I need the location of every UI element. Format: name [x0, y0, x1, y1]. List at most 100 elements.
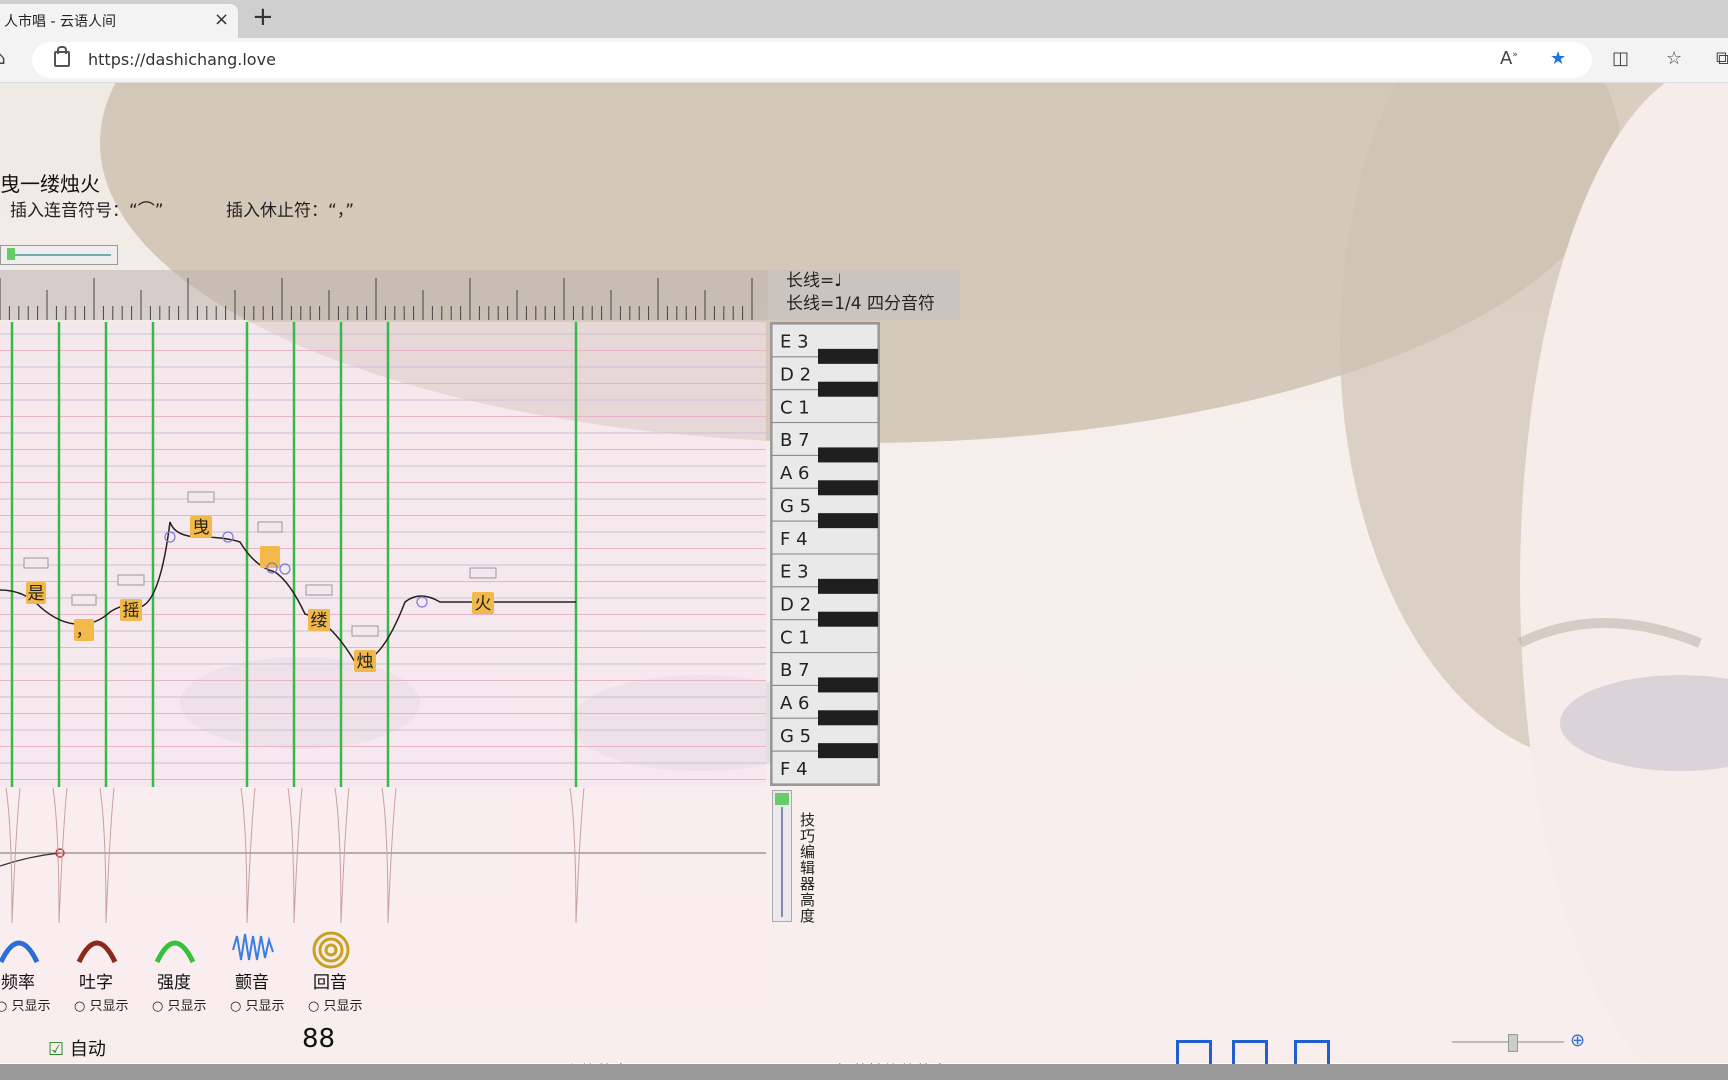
globe-icon[interactable]: ⊕	[1570, 1030, 1585, 1051]
show-only-radio[interactable]: ○ 只显示	[74, 995, 128, 1014]
close-icon[interactable]: ×	[214, 9, 229, 30]
note-add-button[interactable]	[71, 594, 97, 606]
key-label: A 6	[780, 463, 810, 484]
lyric-note-text: 火	[475, 594, 492, 614]
key-label: F 4	[780, 759, 808, 780]
tab-title: 人市唱 - 云语人间	[4, 14, 116, 30]
lyric-note-text: 摇	[123, 601, 140, 621]
piano-key-black[interactable]	[818, 677, 878, 693]
piano-key-black[interactable]	[818, 611, 878, 627]
hint-rest-symbol: 插入休止符：“，”	[226, 201, 355, 221]
url-field[interactable]: https://dashichang.love	[32, 42, 1592, 78]
lock-icon[interactable]	[54, 46, 70, 67]
piano-key-black[interactable]	[818, 513, 878, 529]
piano-key-black[interactable]	[818, 480, 878, 496]
piano-roll-canvas: 是 ， 摇 曳缕烛 火	[0, 322, 766, 787]
bpm-value: 88	[302, 1024, 336, 1054]
curve-control-point[interactable]	[222, 531, 234, 543]
tool-icon-0[interactable]	[0, 930, 54, 968]
key-label: E 3	[780, 562, 809, 583]
note-add-button[interactable]	[351, 625, 379, 637]
note-add-button[interactable]	[257, 521, 283, 533]
vibrato-icon	[232, 933, 274, 961]
key-label: F 4	[780, 529, 808, 550]
auto-checkbox[interactable]: ☑ 自动	[48, 1035, 106, 1061]
length-info: 长线=♩ 长线=1/4 四分音符	[768, 270, 960, 320]
url-text[interactable]: https://dashichang.love	[88, 50, 276, 69]
parameter-panel[interactable]	[0, 787, 766, 1013]
zoom-slider-track	[15, 254, 111, 256]
layout-button-1[interactable]	[1176, 1040, 1212, 1067]
show-only-radio[interactable]: ○ 只显示	[230, 995, 284, 1014]
lyric-note-text: 是	[28, 584, 45, 604]
home-icon[interactable]: ⌂	[0, 48, 5, 69]
layout-button-3[interactable]	[1294, 1040, 1330, 1067]
parameter-curve	[0, 787, 766, 924]
show-only-radio[interactable]: ○ 只显示	[0, 995, 50, 1014]
volume-slider-thumb[interactable]	[1508, 1034, 1518, 1052]
length-info-line2: 长线=1/4 四分音符	[786, 294, 936, 314]
split-screen-icon[interactable]: ◫	[1612, 48, 1629, 69]
lyric-note-text: 缕	[311, 611, 328, 631]
keyboard-keys: E 3 D 2 C 1 B 7 A 6 G 5 F 4 E 3 D 2 C 1 B 7 A 6 G 5 F…	[771, 323, 879, 785]
parameter-spike	[287, 787, 303, 924]
parameter-spike	[99, 787, 115, 924]
parameter-spike	[52, 787, 68, 924]
key-label: C 1	[780, 627, 810, 648]
auto-label: 自动	[69, 1039, 106, 1060]
note-add-button[interactable]	[117, 574, 145, 586]
layout-button-2[interactable]	[1232, 1040, 1268, 1067]
star-icon[interactable]: ★	[1550, 48, 1566, 69]
checkbox-icon[interactable]: ☑	[48, 1039, 64, 1060]
note-add-button[interactable]	[187, 491, 215, 503]
piano-roll[interactable]: 是 ， 摇 曳缕烛 火	[0, 322, 766, 787]
piano-key-black[interactable]	[818, 710, 878, 726]
note-block[interactable]	[260, 546, 280, 568]
volume-slider[interactable]	[1452, 1034, 1564, 1052]
parameter-spike	[334, 787, 350, 924]
parameter-spike	[5, 787, 21, 924]
piano-key-black[interactable]	[818, 578, 878, 594]
hint-link-symbol: 插入连音符号：“⌒”	[10, 201, 164, 221]
tool-icon-2[interactable]	[140, 930, 210, 968]
read-aloud-icon[interactable]: A»	[1500, 48, 1518, 69]
arc-icon	[0, 940, 40, 964]
tool-label: 频率	[1, 973, 35, 993]
key-label: C 1	[780, 397, 810, 418]
time-ruler[interactable]	[0, 270, 768, 320]
note-add-button[interactable]	[23, 557, 49, 569]
note-add-button[interactable]	[305, 584, 333, 596]
song-title: 曳一缕烛火	[0, 172, 100, 196]
piano-key-black[interactable]	[818, 743, 878, 759]
collections-icon[interactable]: ⧉	[1716, 48, 1728, 69]
browser-tab[interactable]: 人市唱 - 云语人间 ×	[0, 4, 238, 38]
show-only-radio[interactable]: ○ 只显示	[152, 995, 206, 1014]
key-label: E 3	[780, 332, 809, 353]
curve-control-point[interactable]	[164, 531, 176, 543]
tool-label: 颤音	[235, 973, 269, 993]
key-label: A 6	[780, 693, 810, 714]
key-label: D 2	[780, 365, 811, 386]
zoom-slider[interactable]	[0, 245, 118, 265]
parameter-spike	[569, 787, 585, 924]
tab-bar: 人市唱 - 云语人间 × +	[0, 0, 1728, 38]
piano-key-black[interactable]	[818, 348, 878, 364]
tool-label: 回音	[313, 973, 347, 993]
new-tab-icon[interactable]: +	[252, 2, 274, 32]
piano-keyboard[interactable]: E 3 D 2 C 1 B 7 A 6 G 5 F 4 E 3 D 2 C 1 B 7 A 6 G 5 F…	[770, 322, 880, 786]
editor-height-thumb[interactable]	[775, 793, 789, 805]
tool-icon-1[interactable]	[62, 930, 132, 968]
parameter-spike	[381, 787, 397, 924]
piano-key-black[interactable]	[818, 381, 878, 397]
piano-key-black[interactable]	[818, 447, 878, 463]
show-only-radio[interactable]: ○ 只显示	[308, 995, 362, 1014]
editor-height-slider[interactable]	[772, 790, 792, 922]
favorites-icon[interactable]: ☆	[1666, 48, 1682, 69]
tool-label: 强度	[157, 973, 191, 993]
zoom-slider-thumb[interactable]	[7, 248, 15, 260]
ruler-ticks	[0, 278, 753, 320]
parameter-spike	[240, 787, 256, 924]
note-add-button[interactable]	[469, 567, 497, 579]
tool-icon-3[interactable]	[218, 930, 288, 968]
arc-icon	[154, 940, 196, 964]
